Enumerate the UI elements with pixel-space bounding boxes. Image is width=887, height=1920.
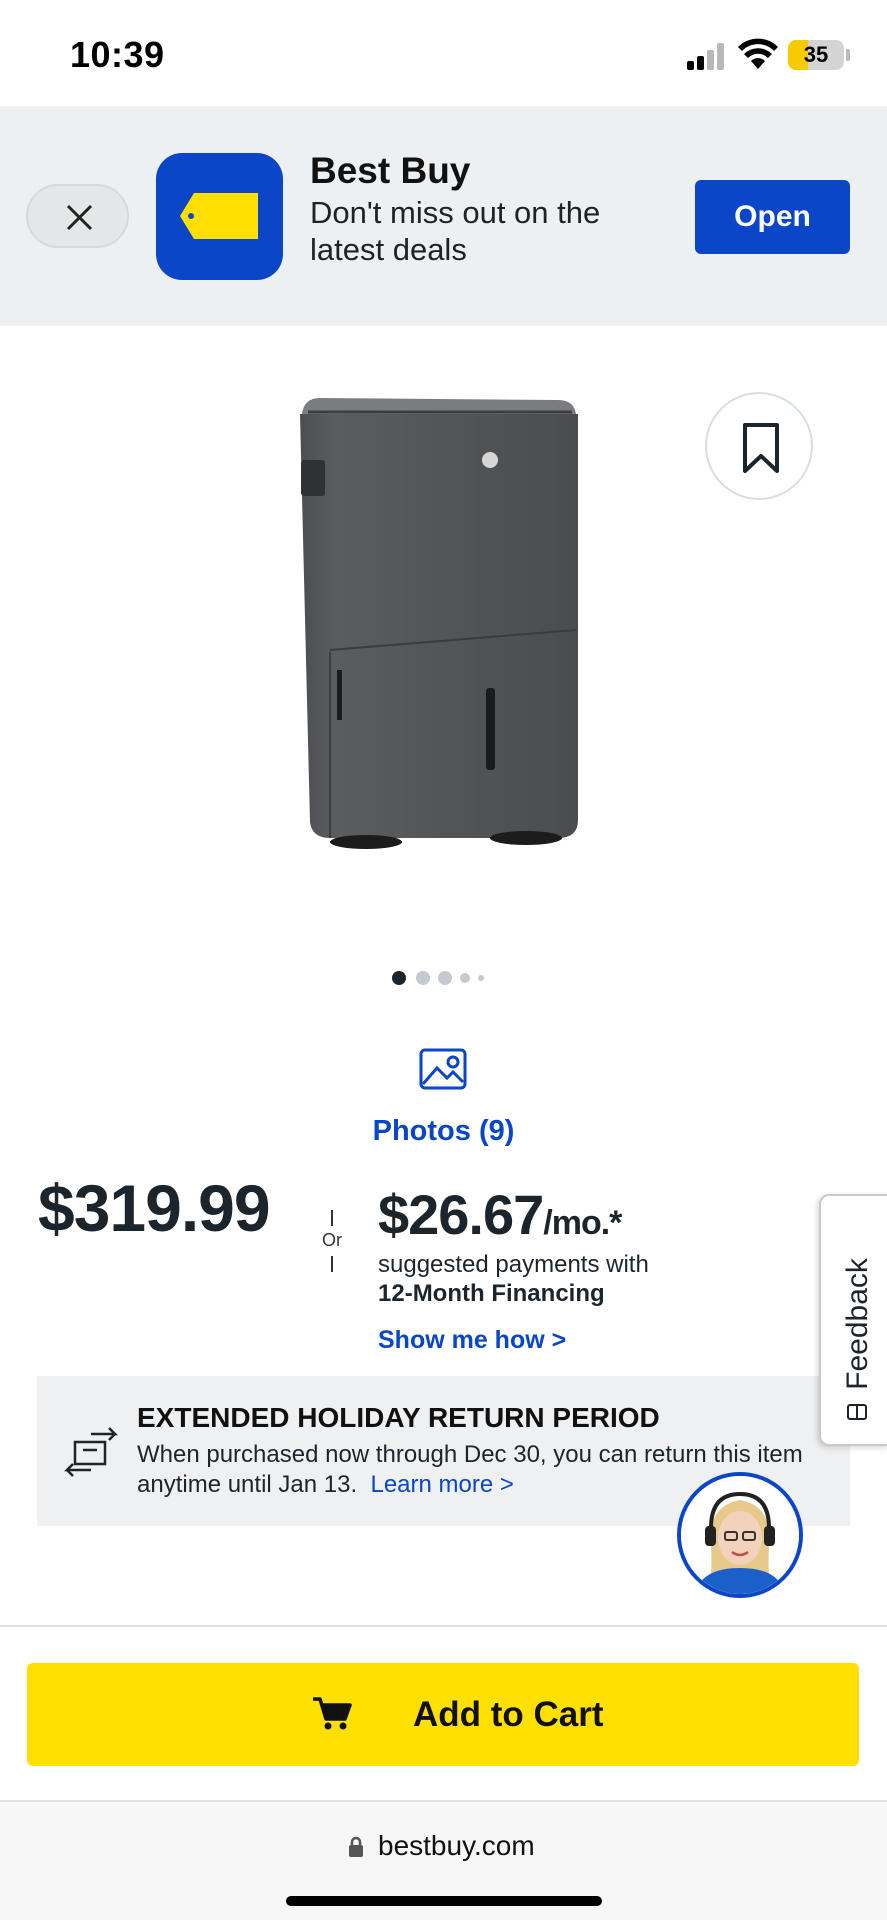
product-image[interactable]	[286, 390, 606, 850]
app-banner: Best Buy Don't miss out on the latest de…	[0, 106, 887, 326]
save-to-wishlist-button[interactable]	[705, 392, 813, 500]
battery-icon: 35	[788, 40, 844, 70]
financing-description: suggested payments with	[378, 1251, 649, 1278]
best-buy-app-icon	[156, 153, 283, 280]
status-bar: 10:39 35	[0, 0, 887, 106]
chat-assistant-avatar[interactable]	[677, 1472, 803, 1598]
notice-title: EXTENDED HOLIDAY RETURN PERIOD	[137, 1402, 660, 1433]
wifi-icon	[738, 38, 778, 70]
carousel-dot[interactable]	[460, 973, 470, 983]
feedback-label: Feedback	[841, 1258, 874, 1390]
or-divider: Or	[316, 1210, 348, 1274]
monthly-payment: $26.67/mo.*	[378, 1182, 622, 1247]
shopping-cart-icon	[313, 1697, 352, 1730]
feedback-icon	[847, 1404, 867, 1420]
home-indicator[interactable]	[286, 1896, 602, 1906]
monthly-suffix: /mo.*	[543, 1204, 622, 1242]
return-exchange-icon	[63, 1427, 119, 1477]
product-price: $319.99	[38, 1171, 271, 1245]
url-text[interactable]: bestbuy.com	[378, 1830, 535, 1862]
carousel-dot[interactable]	[478, 975, 484, 981]
or-label: Or	[322, 1230, 342, 1250]
show-me-how-link[interactable]: Show me how >	[378, 1326, 566, 1355]
cellular-signal-icon	[687, 42, 727, 70]
carousel-dot[interactable]	[438, 971, 452, 985]
bookmark-icon	[743, 423, 779, 473]
open-app-button[interactable]: Open	[695, 180, 850, 254]
carousel-dot[interactable]	[416, 971, 430, 985]
financing-term: 12-Month Financing	[378, 1280, 605, 1307]
close-banner-button[interactable]	[26, 184, 129, 248]
close-icon	[66, 204, 93, 231]
monthly-amount: $26.67	[378, 1183, 544, 1246]
bottom-divider	[0, 1625, 887, 1627]
agent-portrait-icon	[681, 1476, 799, 1594]
battery-tip	[846, 49, 850, 61]
carousel-dot[interactable]	[392, 971, 406, 985]
image-carousel-dots[interactable]	[392, 970, 492, 986]
banner-subtitle: Don't miss out on the latest deals	[310, 195, 601, 267]
photos-link[interactable]: Photos (9)	[0, 1115, 887, 1148]
photos-icon[interactable]	[419, 1048, 467, 1090]
browser-address-bar[interactable]: bestbuy.com	[0, 1800, 887, 1920]
price-tag-icon	[180, 193, 258, 239]
status-time: 10:39	[70, 34, 165, 75]
banner-title: Best Buy	[310, 150, 471, 191]
add-to-cart-label: Add to Cart	[413, 1695, 604, 1734]
battery-level: 35	[803, 42, 829, 67]
add-to-cart-button[interactable]: Add to Cart	[27, 1663, 859, 1766]
learn-more-link[interactable]: Learn more >	[370, 1471, 513, 1498]
lock-icon	[349, 1836, 363, 1857]
feedback-tab[interactable]: Feedback	[819, 1194, 887, 1446]
